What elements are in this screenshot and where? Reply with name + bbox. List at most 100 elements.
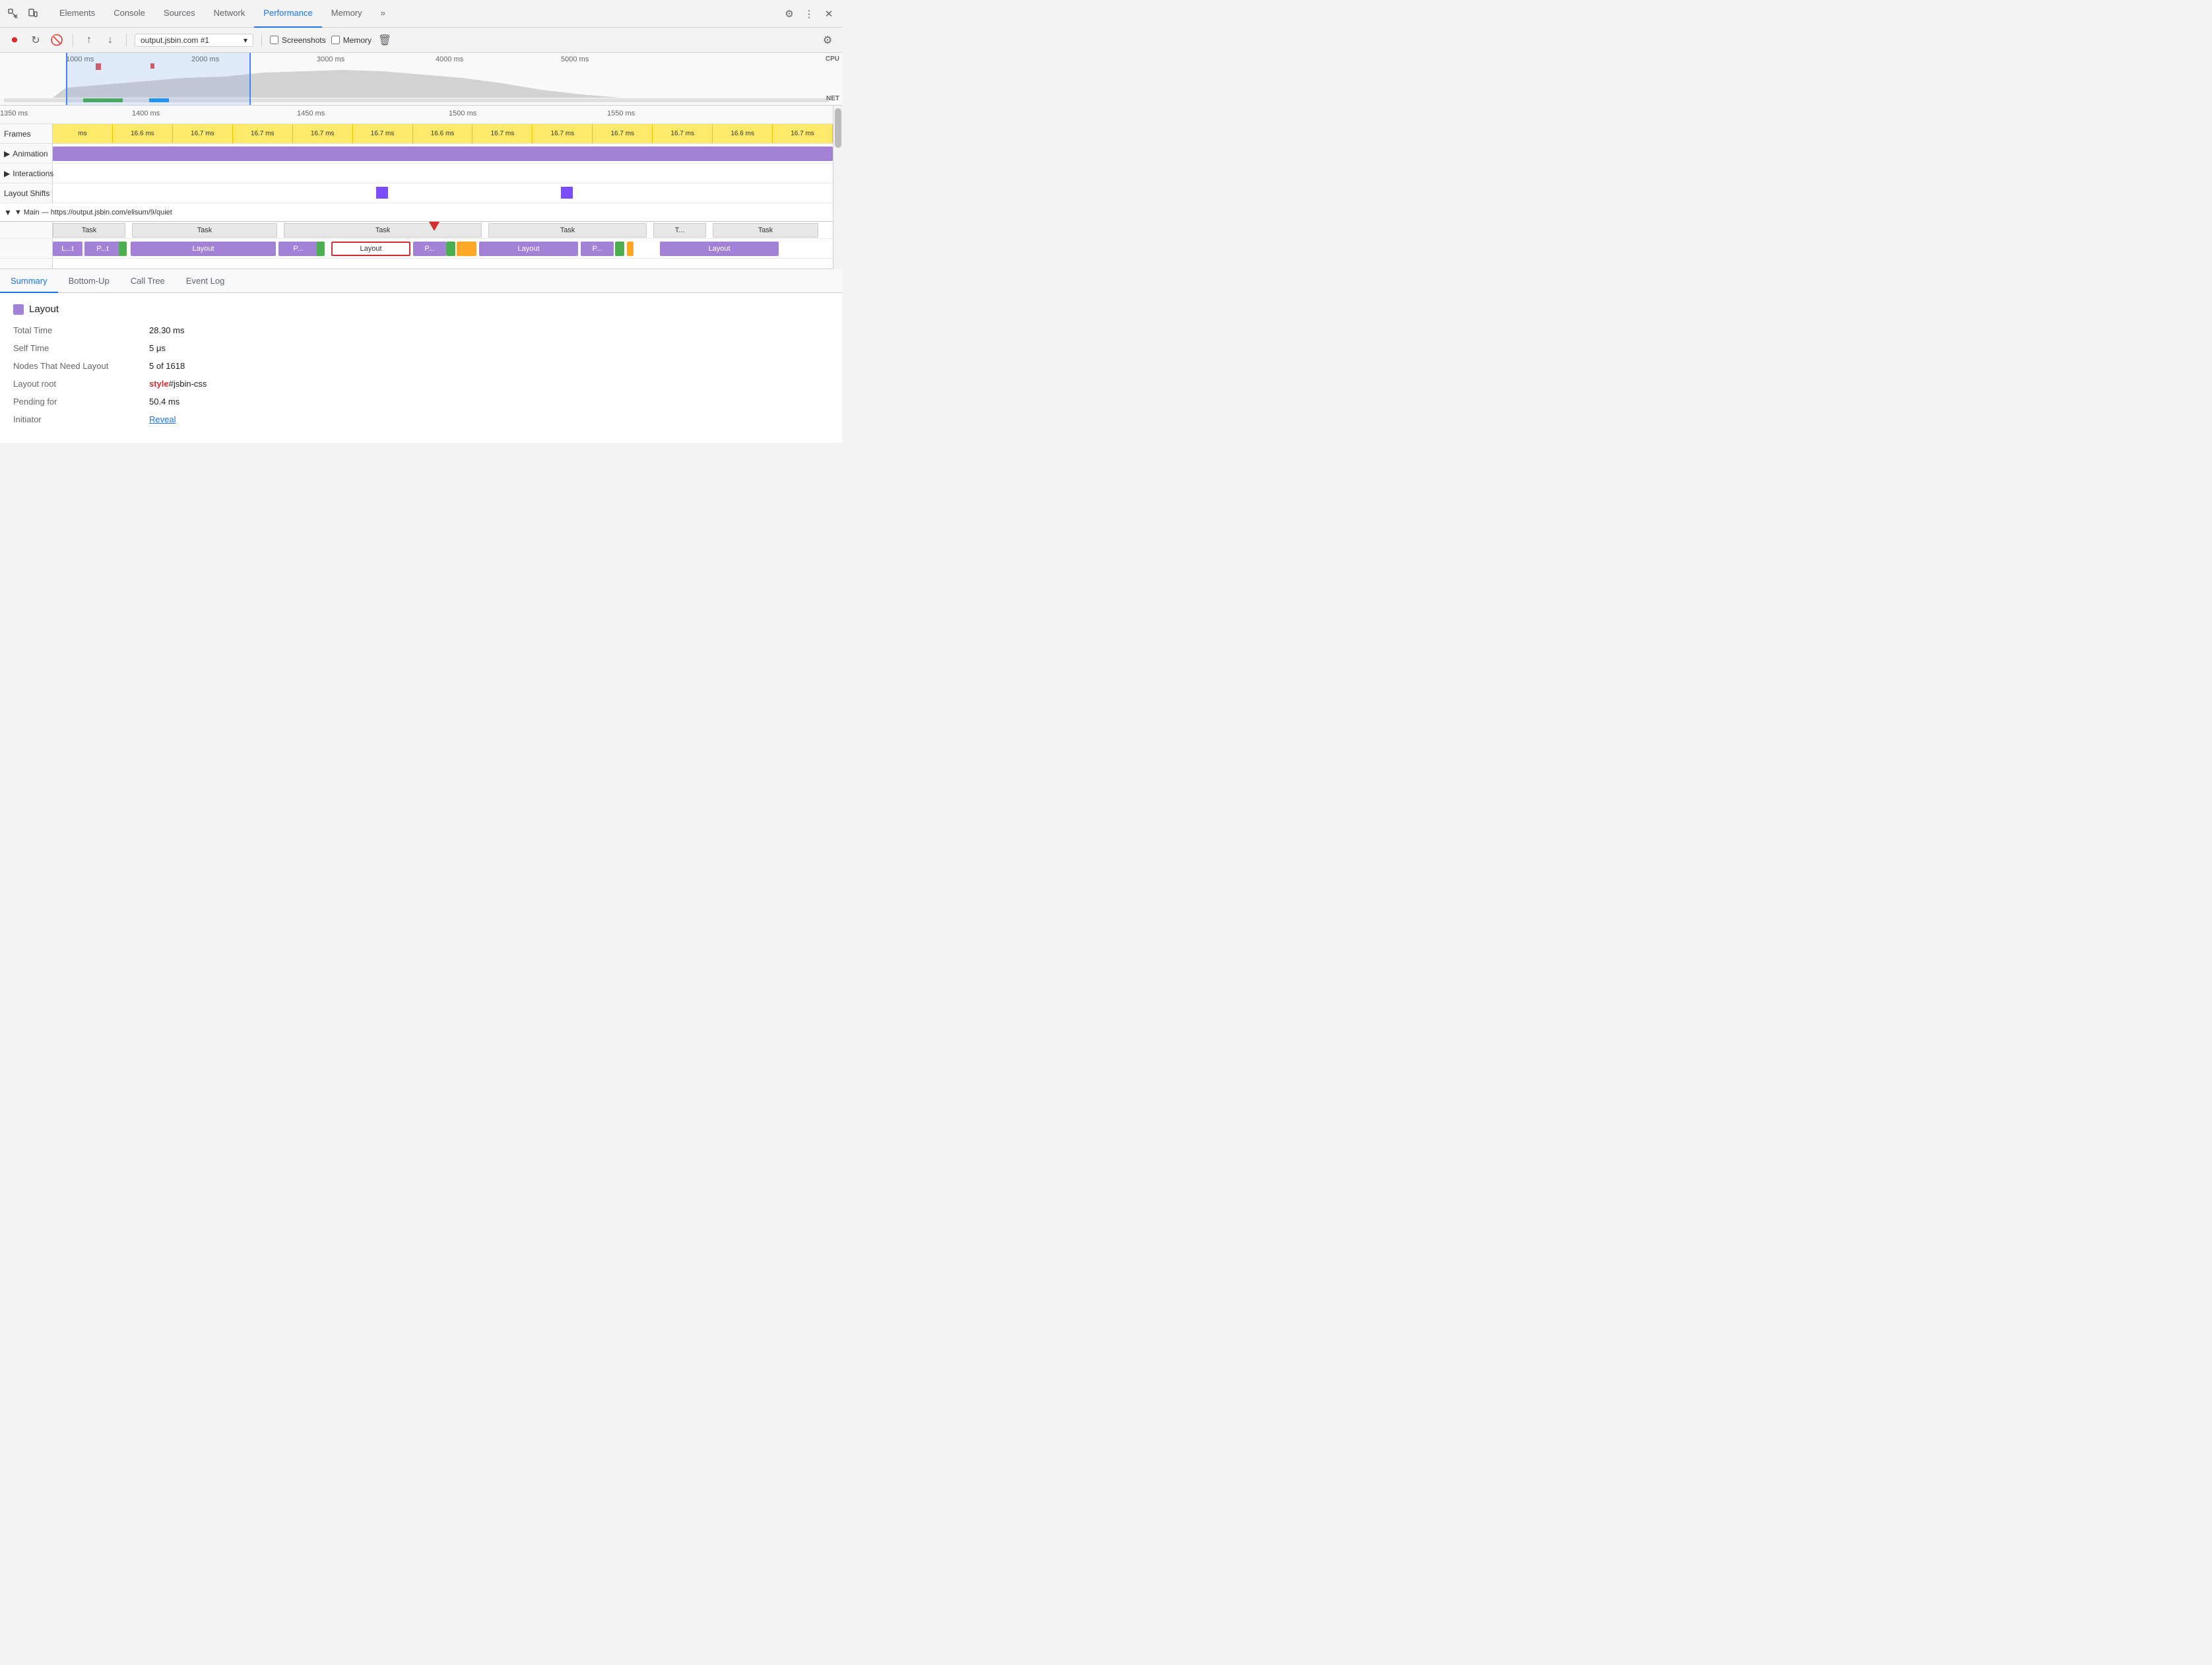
activity-p-3[interactable]: P... [413, 242, 446, 256]
interactions-row: ▶ Interactions [0, 164, 833, 183]
activity-lt[interactable]: L...t [53, 242, 82, 256]
overview-timeline: 1000 ms 2000 ms 3000 ms 4000 ms 5000 ms … [0, 53, 842, 106]
screenshots-checkbox[interactable] [270, 36, 278, 44]
ruler-tick-1550: 1550 ms [607, 110, 635, 117]
tab-performance[interactable]: Performance [254, 0, 321, 28]
frame-cell-1[interactable]: 16.6 ms [113, 124, 173, 143]
tab-network[interactable]: Network [205, 0, 255, 28]
upload-button[interactable]: ↑ [81, 32, 97, 48]
activity-layout-2[interactable]: Layout [479, 242, 578, 256]
timeline-selection[interactable] [66, 53, 251, 105]
animation-label-text: Animation [13, 149, 48, 158]
close-icon[interactable]: ✕ [821, 6, 837, 22]
frame-cell-3[interactable]: 16.7 ms [233, 124, 293, 143]
device-toggle-icon[interactable] [25, 6, 41, 22]
task-block-4[interactable]: Task [488, 223, 647, 238]
ruler-tick-1350: 1350 ms [0, 110, 28, 117]
task-block-1[interactable]: Task [53, 223, 125, 238]
interactions-label[interactable]: ▶ Interactions [0, 164, 53, 183]
animation-row: ▶ Animation [0, 144, 833, 164]
initiator-reveal-link[interactable]: Reveal [149, 414, 176, 424]
frame-cell-11[interactable]: 16.6 ms [713, 124, 773, 143]
activity-spacer [0, 239, 53, 258]
activity-green-3[interactable] [446, 242, 455, 256]
activity-p-4[interactable]: P... [581, 242, 614, 256]
tab-bottom-up[interactable]: Bottom-Up [58, 269, 120, 293]
frame-cell-6[interactable]: 16.6 ms [413, 124, 473, 143]
activity-layout-3[interactable]: Layout [660, 242, 779, 256]
memory-checkbox[interactable] [331, 36, 340, 44]
screenshots-checkbox-label[interactable]: Screenshots [270, 36, 326, 45]
activity-pt-1[interactable]: P...t [84, 242, 121, 256]
timeline-scrollbar[interactable] [833, 106, 842, 269]
frame-cell-12[interactable]: 16.7 ms [773, 124, 833, 143]
activity-content: L...t P...t Layout P... Layout P... [53, 239, 833, 258]
frame-cell-5[interactable]: 16.7 ms [353, 124, 413, 143]
frame-cell-4[interactable]: 16.7 ms [293, 124, 353, 143]
dropdown-arrow-icon: ▾ [244, 36, 247, 45]
frame-cell-8[interactable]: 16.7 ms [533, 124, 593, 143]
tab-elements[interactable]: Elements [50, 0, 104, 28]
long-task-marker [429, 222, 439, 231]
layout-shifts-content [53, 183, 833, 203]
interactions-expand-icon: ▶ [4, 169, 10, 178]
animation-bar[interactable] [53, 147, 833, 161]
tab-summary[interactable]: Summary [0, 269, 58, 293]
reload-button[interactable]: ↻ [28, 32, 44, 48]
tab-more[interactable]: » [372, 0, 395, 28]
scrollbar-thumb[interactable] [835, 108, 841, 148]
layout-shift-block-2[interactable] [561, 187, 573, 199]
download-button[interactable]: ↓ [102, 32, 118, 48]
settings-icon[interactable]: ⚙ [781, 6, 797, 22]
frames-label: Frames [0, 124, 53, 143]
timeline-ruler: 1350 ms 1400 ms 1450 ms 1500 ms 1550 ms [0, 106, 833, 124]
animation-label[interactable]: ▶ Animation [0, 144, 53, 163]
activity-yellow-2[interactable] [627, 242, 634, 256]
tab-console[interactable]: Console [104, 0, 154, 28]
tab-sources[interactable]: Sources [154, 0, 205, 28]
more-icon[interactable]: ⋮ [801, 6, 817, 22]
activity-yellow[interactable] [457, 242, 476, 256]
delete-recording-button[interactable]: 🗑 [377, 32, 393, 48]
layout-shifts-label: Layout Shifts [0, 183, 53, 203]
frames-row: Frames ms 16.6 ms 16.7 ms 16.7 ms 16.7 m… [0, 124, 833, 144]
devtools-tabs: Elements Console Sources Network Perform… [50, 0, 779, 28]
memory-checkbox-label[interactable]: Memory [331, 36, 372, 45]
url-dropdown[interactable]: output.jsbin.com #1 ▾ [135, 34, 253, 47]
clear-button[interactable]: 🚫 [49, 32, 65, 48]
activity-green-2[interactable] [317, 242, 325, 256]
tab-event-log[interactable]: Event Log [176, 269, 236, 293]
activity-p-2[interactable]: P... [278, 242, 318, 256]
interactions-track-content [53, 164, 833, 183]
capture-settings-icon[interactable]: ⚙ [820, 32, 835, 48]
summary-title-text: Layout [29, 304, 59, 315]
inspect-element-icon[interactable] [5, 6, 21, 22]
main-label[interactable]: ▼ ▼ Main — https://output.jsbin.com/elis… [0, 208, 833, 217]
tab-memory[interactable]: Memory [322, 0, 372, 28]
frame-cell-0[interactable]: ms [53, 124, 113, 143]
animation-track-content [53, 144, 833, 163]
record-button[interactable]: ⏺ [7, 32, 22, 48]
frame-cell-9[interactable]: 16.7 ms [593, 124, 653, 143]
frame-cell-2[interactable]: 16.7 ms [173, 124, 233, 143]
task-block-5[interactable]: T... [653, 223, 706, 238]
tasks-row: Task Task Task Task T... Task [0, 222, 833, 239]
summary-row-initiator: Initiator Reveal [13, 414, 829, 424]
activity-layout-1[interactable]: Layout [131, 242, 276, 256]
task-block-2[interactable]: Task [132, 223, 277, 238]
tab-call-tree[interactable]: Call Tree [120, 269, 176, 293]
devtools-topbar: Elements Console Sources Network Perform… [0, 0, 842, 28]
activity-layout-selected[interactable]: Layout [331, 242, 410, 256]
activity-row: L...t P...t Layout P... Layout P... [0, 239, 833, 259]
pending-value: 50.4 ms [149, 397, 179, 407]
task-block-6[interactable]: Task [713, 223, 818, 238]
activity-green-1[interactable] [119, 242, 127, 256]
animation-expand-icon: ▶ [4, 149, 10, 158]
frame-cell-10[interactable]: 16.7 ms [653, 124, 713, 143]
layout-shift-block-1[interactable] [376, 187, 388, 199]
task-block-3[interactable]: Task [284, 223, 482, 238]
activity-green-4[interactable] [615, 242, 624, 256]
bottom-panel: Summary Bottom-Up Call Tree Event Log La… [0, 269, 842, 443]
frame-cell-7[interactable]: 16.7 ms [472, 124, 533, 143]
performance-toolbar: ⏺ ↻ 🚫 ↑ ↓ output.jsbin.com #1 ▾ Screensh… [0, 28, 842, 53]
